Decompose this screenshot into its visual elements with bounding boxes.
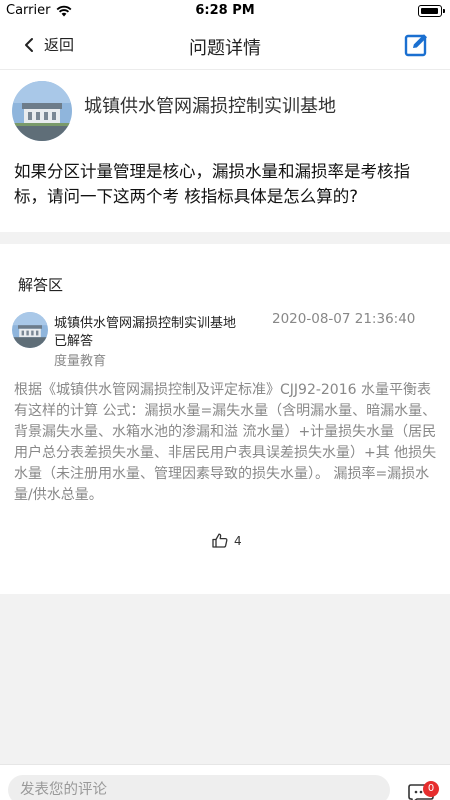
answer-organization: 度量教育 (54, 354, 107, 369)
empty-area (0, 594, 450, 764)
answer-area: 解答区 城镇供水管网漏损控制实训基地 2020-08-07 21:36:40 已… (0, 244, 450, 594)
comment-count-badge: 0 (423, 781, 439, 797)
base-name: 城镇供水管网漏损控制实训基地 (84, 96, 336, 117)
question-section: 城镇供水管网漏损控制实训基地 如果分区计量管理是核心，漏损水量和漏损率是考核指标… (0, 70, 450, 232)
status-bar: Carrier 6:28 PM (0, 0, 450, 22)
answer-avatar (12, 312, 48, 348)
comment-input[interactable] (8, 775, 390, 800)
like-count: 4 (234, 533, 242, 548)
nav-bar: 返回 问题详情 (0, 22, 450, 70)
answer-status: 已解答 (54, 334, 94, 349)
base-avatar (12, 81, 72, 141)
answer-timestamp: 2020-08-07 21:36:40 (272, 311, 416, 327)
answer-author: 城镇供水管网漏损控制实训基地 (54, 316, 237, 331)
comment-bar: 0 (0, 764, 450, 800)
answer-heading: 解答区 (18, 276, 64, 294)
page-title: 问题详情 (189, 38, 261, 59)
edit-icon[interactable] (404, 31, 430, 57)
like-button[interactable]: 4 (212, 533, 242, 548)
thumbs-up-icon (212, 533, 228, 548)
answer-body: 根据《城镇供水管网漏损控制及评定标准》CJJ92-2016 水量平衡表有这样的计… (14, 382, 437, 503)
battery-icon (418, 5, 445, 17)
status-time: 6:28 PM (195, 3, 255, 18)
section-divider (0, 232, 450, 244)
question-text: 如果分区计量管理是核心，漏损水量和漏损率是考核指标，请问一下这两个考 核指标具体… (14, 162, 410, 206)
